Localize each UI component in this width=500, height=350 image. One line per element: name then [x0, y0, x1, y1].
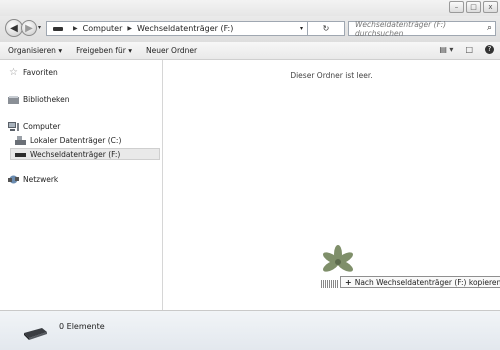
back-icon: ◀: [10, 22, 18, 34]
window-controls: – □ x: [449, 1, 498, 13]
sidebar-item-label: Wechseldatenträger (F:): [30, 149, 121, 159]
drag-copy-tooltip: + Nach Wechseldatenträger (F:) kopieren: [340, 276, 500, 288]
library-icon: [8, 95, 19, 104]
disk-icon: [15, 136, 26, 145]
refresh-button[interactable]: ↻: [308, 21, 345, 36]
computer-icon: [8, 122, 19, 131]
network-icon: [8, 175, 19, 184]
drive-icon: [24, 328, 47, 340]
refresh-icon: ↻: [322, 24, 330, 33]
search-icon[interactable]: ⌕: [487, 23, 492, 33]
sidebar-item-network[interactable]: Netzwerk: [8, 175, 58, 184]
share-button[interactable]: Freigeben für ▾: [76, 46, 132, 55]
breadcrumb-arrow-icon[interactable]: ▶: [127, 25, 132, 32]
copy-plus-icon: +: [345, 277, 352, 287]
breadcrumb-arrow-icon[interactable]: ▶: [73, 25, 78, 32]
details-pane: 0 Elemente: [0, 310, 500, 350]
organize-button[interactable]: Organisieren ▾: [8, 46, 62, 55]
sidebar-item-computer[interactable]: Computer: [8, 122, 60, 131]
item-count: 0 Elemente: [59, 322, 105, 331]
sidebar-item-label: Netzwerk: [23, 175, 59, 184]
history-dropdown-icon[interactable]: ▾: [38, 24, 41, 31]
title-bar: – □ x: [0, 0, 500, 16]
sidebar-item-label: Favoriten: [23, 68, 58, 77]
sidebar-item-label: Lokaler Datenträger (C:): [30, 136, 122, 145]
minimize-button[interactable]: –: [449, 1, 464, 13]
drag-file-stack: [321, 280, 339, 288]
close-button[interactable]: x: [483, 1, 498, 13]
file-list-area[interactable]: Dieser Ordner ist leer. + Nach Wechselda…: [163, 60, 500, 310]
breadcrumb-current[interactable]: Wechseldatenträger (F:): [137, 24, 233, 33]
star-icon: ☆: [9, 67, 18, 78]
breadcrumb-computer[interactable]: Computer: [83, 24, 123, 33]
empty-folder-message: Dieser Ordner ist leer.: [290, 71, 373, 80]
view-options-icon[interactable]: ▤ ▾: [439, 45, 453, 54]
drive-icon: [15, 150, 26, 159]
sidebar-item-label: Bibliotheken: [23, 95, 70, 104]
view-controls: ▤ ▾ □ ?: [439, 45, 494, 54]
sidebar-item-local-disk[interactable]: Lokaler Datenträger (C:): [15, 136, 121, 145]
drive-icon: [53, 26, 63, 31]
navigation-pane: ☆ Favoriten Bibliotheken Computer Lokale…: [0, 60, 163, 310]
search-input[interactable]: Wechseldatenträger (F:) durchsuchen ⌕: [348, 19, 496, 38]
address-bar[interactable]: ▶ Computer ▶ Wechseldatenträger (F:) ▾: [46, 21, 308, 36]
explorer-window: – □ x ◀ ▶ ▾ ▶ Computer ▶ Wechseldatenträ…: [0, 0, 500, 350]
forward-icon: ▶: [25, 22, 33, 34]
search-placeholder: Wechseldatenträger (F:) durchsuchen: [355, 19, 447, 38]
forward-button[interactable]: ▶: [21, 20, 37, 36]
sidebar-item-removable-disk[interactable]: Wechseldatenträger (F:): [10, 148, 160, 160]
sidebar-item-label: Computer: [23, 122, 61, 131]
help-icon[interactable]: ?: [485, 45, 494, 54]
preview-pane-icon[interactable]: □: [465, 45, 473, 54]
maximize-button[interactable]: □: [466, 1, 481, 13]
command-bar: Organisieren ▾ Freigeben für ▾ Neuer Ord…: [0, 42, 500, 60]
address-row: ◀ ▶ ▾ ▶ Computer ▶ Wechseldatenträger (F…: [0, 16, 500, 42]
sidebar-item-libraries[interactable]: Bibliotheken: [8, 95, 70, 104]
new-folder-button[interactable]: Neuer Ordner: [146, 46, 197, 55]
address-dropdown-icon[interactable]: ▾: [300, 25, 303, 32]
drag-tooltip-text: Nach Wechseldatenträger (F:) kopieren: [354, 277, 500, 287]
sidebar-item-favorites[interactable]: ☆ Favoriten: [8, 67, 58, 78]
